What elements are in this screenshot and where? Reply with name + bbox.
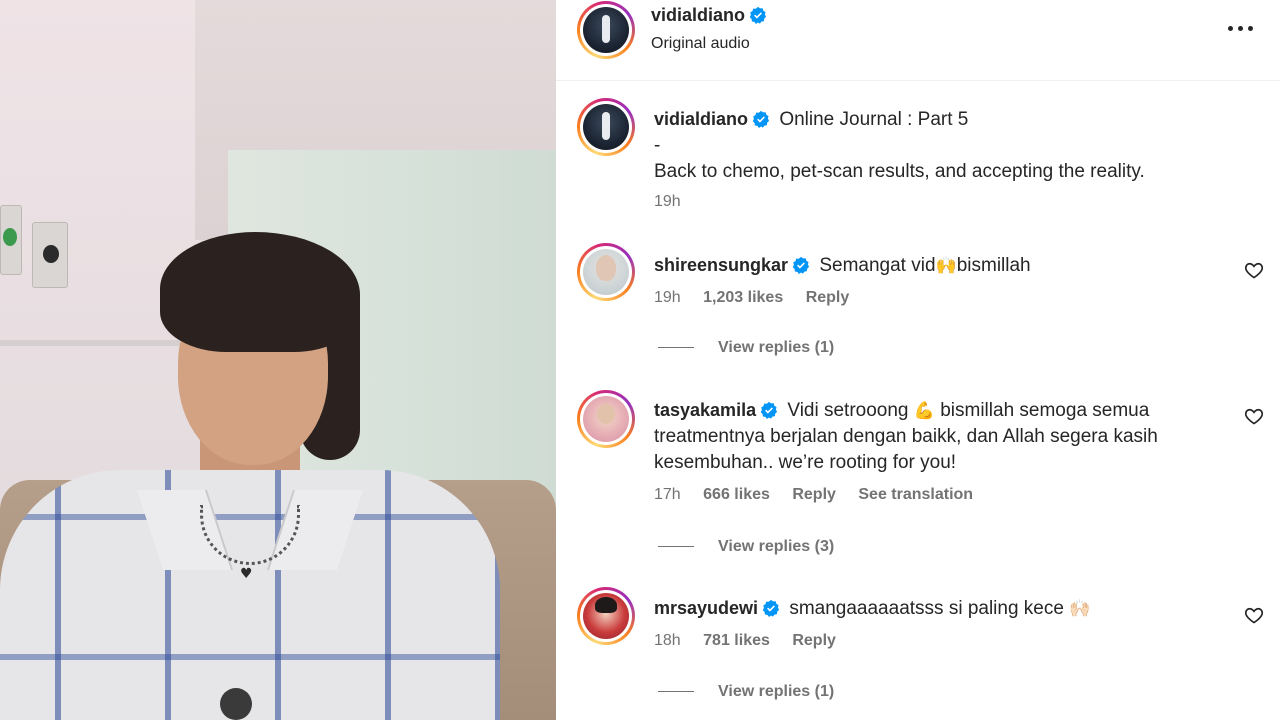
caption-avatar[interactable]	[577, 98, 635, 156]
heart-icon[interactable]	[1244, 605, 1264, 625]
replies-divider-line	[658, 546, 694, 548]
comment-avatar[interactable]	[577, 587, 635, 645]
verified-badge-icon	[749, 6, 767, 24]
necklace-pendant: ♥	[240, 566, 253, 582]
caption-title: Online Journal : Part 5	[779, 109, 969, 130]
comment-likes[interactable]: 666 likes	[703, 486, 770, 503]
comment-time[interactable]: 18h	[654, 632, 681, 649]
more-options-icon[interactable]	[1228, 18, 1258, 38]
caption-body: Back to chemo, pet-scan results, and acc…	[654, 161, 1145, 182]
comment-likes[interactable]: 1,203 likes	[703, 289, 783, 306]
comment-text: bismillah	[956, 255, 1031, 276]
comment: tasyakamila Vidi setrooong 💪 bismillah s…	[654, 397, 1224, 504]
heart-icon[interactable]	[1244, 260, 1264, 280]
comment: mrsayudewi smangaaaaaatsss si paling kec…	[654, 595, 1224, 650]
verified-badge-icon	[792, 256, 810, 274]
comment-text: treatmentnya berjalan dengan baikk, dan …	[654, 426, 1158, 447]
verified-badge-icon	[762, 599, 780, 617]
author-username[interactable]: vidialdiano	[651, 5, 745, 25]
raising-hands-emoji: 🙌🏻	[1069, 599, 1091, 619]
author-info: vidialdiano Original audio	[651, 5, 767, 53]
reply-button[interactable]: Reply	[806, 289, 850, 306]
reply-button[interactable]: Reply	[792, 486, 836, 503]
comment-username[interactable]: tasyakamila	[654, 400, 756, 420]
wall-rail	[0, 340, 180, 346]
comment-likes[interactable]: 781 likes	[703, 632, 770, 649]
comment-text: bismillah semoga semua	[940, 400, 1150, 421]
comment-avatar[interactable]	[577, 390, 635, 448]
see-translation-button[interactable]: See translation	[858, 486, 973, 503]
post-panel: vidialdiano Original audio vidialdiano O…	[556, 0, 1280, 720]
comment-username[interactable]: shireensungkar	[654, 255, 788, 275]
comment-time[interactable]: 19h	[654, 289, 681, 306]
reel-video[interactable]: ♥	[0, 0, 556, 720]
comment-username[interactable]: mrsayudewi	[654, 598, 758, 618]
raising-hands-emoji: 🙌	[935, 256, 957, 276]
wall-outlet	[0, 205, 22, 275]
view-replies-label: View replies (1)	[718, 339, 835, 356]
verified-badge-icon	[752, 110, 770, 128]
view-replies-label: View replies (1)	[718, 683, 835, 700]
author-avatar[interactable]	[577, 1, 635, 59]
comment-text: Semangat vid	[819, 255, 936, 276]
comment-time[interactable]: 17h	[654, 486, 681, 503]
comment-text: smangaaaaaatsss si paling kece	[789, 598, 1064, 619]
comment-text: kesembuhan.. we’re rooting for you!	[654, 452, 957, 473]
post-header: vidialdiano Original audio	[556, 0, 1280, 81]
verified-badge-icon	[760, 401, 778, 419]
comment-avatar[interactable]	[577, 243, 635, 301]
replies-divider-line	[658, 691, 694, 693]
caption: vidialdiano Online Journal : Part 5 - Ba…	[654, 106, 1224, 211]
person-hair	[160, 232, 360, 352]
comment: shireensungkar Semangat vid🙌bismillah 19…	[654, 252, 1224, 307]
view-replies-label: View replies (3)	[718, 538, 835, 555]
wall-outlet	[32, 222, 68, 288]
heart-icon[interactable]	[1244, 406, 1264, 426]
clip-microphone	[220, 688, 252, 720]
caption-dash: -	[654, 135, 661, 156]
flexed-biceps-emoji: 💪	[913, 401, 935, 421]
comment-text: Vidi setrooong	[787, 400, 909, 421]
view-replies-button[interactable]: View replies (1)	[658, 683, 834, 701]
view-replies-button[interactable]: View replies (3)	[658, 538, 834, 556]
view-replies-button[interactable]: View replies (1)	[658, 339, 834, 357]
replies-divider-line	[658, 347, 694, 349]
caption-time[interactable]: 19h	[654, 193, 681, 210]
audio-label[interactable]: Original audio	[651, 35, 767, 53]
caption-username[interactable]: vidialdiano	[654, 109, 748, 129]
reply-button[interactable]: Reply	[792, 632, 836, 649]
